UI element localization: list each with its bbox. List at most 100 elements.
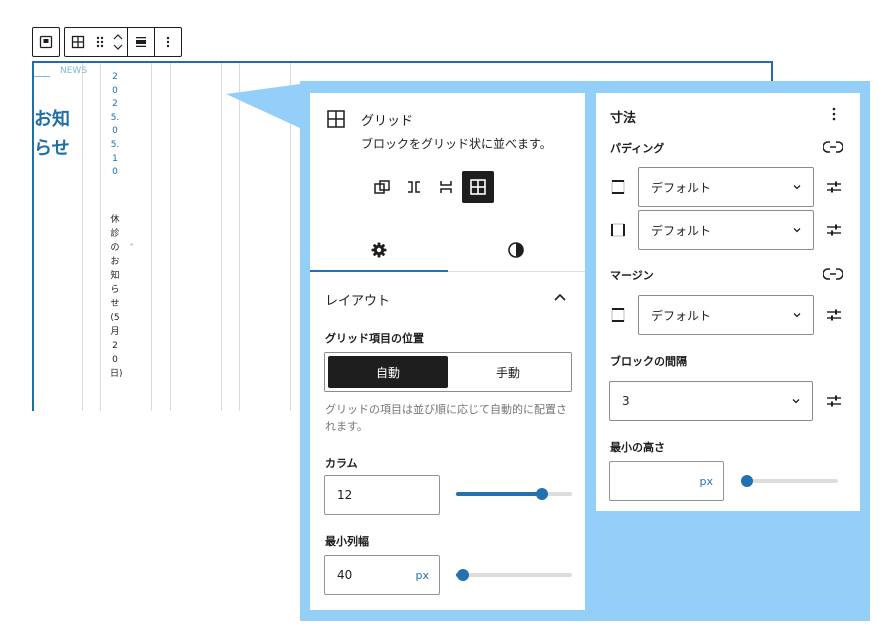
chevron-down-icon: [793, 228, 801, 233]
grid-icon: [327, 110, 345, 128]
settings-sliders-icon: [827, 224, 841, 236]
section-heading[interactable]: お知らせ: [34, 105, 74, 163]
grid-column-line: [239, 63, 240, 411]
vertical-ellipsis-icon: [166, 36, 170, 48]
tab-settings[interactable]: [310, 229, 448, 272]
chevron-up-down-icon: [113, 34, 123, 50]
grid-column-line: [100, 63, 101, 411]
block-settings-panel: グリッド ブロックをグリッド状に並べます。 レイアウト グリッド項目の位置 自動…: [310, 93, 585, 610]
margin-vertical-icon: [611, 308, 625, 322]
grid-column-line: [221, 63, 222, 411]
position-manual-option[interactable]: 手動: [448, 356, 568, 388]
variation-row-button[interactable]: [398, 171, 430, 203]
min-height-label: 最小の高さ: [610, 441, 665, 454]
position-auto-option[interactable]: 自動: [328, 356, 448, 388]
block-card: グリッド ブロックをグリッド状に並べます。: [310, 93, 585, 213]
block-title: グリッド: [361, 114, 414, 129]
chevron-down-icon: [792, 399, 800, 404]
margin-custom-button[interactable]: [824, 305, 844, 325]
toolbar-group-block: [64, 27, 182, 57]
grid-column-line: [82, 63, 83, 411]
padding-vertical-select[interactable]: デフォルト: [638, 167, 814, 207]
block-spacing-custom-button[interactable]: [824, 391, 844, 411]
vertical-ellipsis-icon: [832, 107, 836, 121]
variation-grid-button[interactable]: [462, 171, 494, 203]
layout-section-title[interactable]: レイアウト: [325, 290, 390, 309]
padding-label: パディング: [610, 142, 665, 155]
inspector-tabs: [310, 229, 585, 272]
grid-position-label: グリッド項目の位置: [325, 332, 424, 345]
variation-stack-button[interactable]: [430, 171, 462, 203]
unit-select[interactable]: px: [416, 569, 430, 582]
chevron-up-icon[interactable]: [551, 289, 569, 307]
row-icon: [408, 181, 420, 193]
columns-input[interactable]: 12: [324, 475, 440, 515]
more-options-button[interactable]: [155, 28, 181, 56]
contrast-icon: [508, 242, 525, 258]
columns-label: カラム: [325, 457, 358, 470]
stack-icon: [440, 181, 452, 193]
padding-horizontal-custom-button[interactable]: [824, 220, 844, 240]
padding-vertical-icon: [611, 180, 625, 194]
columns-slider[interactable]: [456, 486, 572, 502]
select-value: デフォルト: [651, 308, 712, 323]
grid-position-help: グリッドの項目は並び順に応じて自動的に配置されます。: [325, 403, 567, 433]
move-up-down-button[interactable]: [109, 28, 127, 56]
grid-position-toggle: 自動 手動: [324, 352, 572, 392]
grid-column-line: [290, 63, 291, 411]
news-underline: [34, 76, 50, 77]
unlink-sides-icon[interactable]: [823, 266, 843, 282]
settings-sliders-icon: [827, 309, 841, 321]
select-parent-icon: [39, 35, 53, 49]
select-value: 3: [622, 394, 630, 408]
padding-horizontal-select[interactable]: デフォルト: [638, 210, 814, 250]
slider-thumb[interactable]: [535, 488, 548, 500]
min-column-width-input[interactable]: 40 px: [324, 555, 440, 595]
post-date[interactable]: 2025.05.10: [110, 71, 120, 180]
slider-thumb[interactable]: [456, 569, 469, 581]
slider-rail: [741, 479, 838, 483]
columns-value: 12: [337, 488, 353, 502]
toolbar-group-parent: [32, 27, 60, 57]
drag-handle[interactable]: [91, 28, 109, 56]
padding-horizontal-icon: [611, 223, 625, 237]
slider-fill: [456, 492, 542, 496]
chevron-down-icon: [793, 313, 801, 318]
unit-select[interactable]: px: [700, 475, 714, 488]
align-button[interactable]: [128, 28, 154, 56]
select-value: デフォルト: [651, 180, 712, 195]
settings-sliders-icon: [827, 395, 841, 407]
slider-rail: [456, 573, 572, 577]
dimensions-title: 寸法: [610, 111, 637, 126]
block-spacing-select[interactable]: 3: [609, 381, 813, 421]
grid-column-line: [170, 63, 171, 411]
padding-vertical-custom-button[interactable]: [824, 177, 844, 197]
grid-icon: [71, 35, 85, 49]
variation-group-button[interactable]: [366, 171, 398, 203]
block-variations: [366, 171, 494, 203]
unlink-sides-icon[interactable]: [823, 139, 843, 155]
drag-handle-icon: [96, 36, 104, 48]
tab-styles[interactable]: [448, 229, 586, 271]
gear-icon: [371, 242, 387, 258]
select-parent-button[interactable]: [33, 28, 59, 56]
settings-sliders-icon: [827, 181, 841, 193]
min-column-width-slider[interactable]: [456, 567, 572, 583]
news-label: NEWS: [60, 66, 88, 76]
grid-icon: [470, 179, 486, 195]
block-type-button[interactable]: [65, 28, 91, 56]
margin-vertical-select[interactable]: デフォルト: [638, 295, 814, 335]
select-value: デフォルト: [651, 223, 712, 238]
align-wide-icon: [136, 37, 146, 47]
min-height-input[interactable]: px: [609, 461, 724, 501]
dimensions-options-button[interactable]: [824, 104, 844, 124]
post-title-link[interactable]: 休診のお知らせ(5月20日): [110, 213, 123, 381]
chevron-down-icon: [793, 185, 801, 190]
block-spacing-label: ブロックの間隔: [610, 355, 687, 368]
min-column-width-value: 40: [337, 568, 353, 582]
slider-thumb[interactable]: [741, 475, 753, 487]
dimensions-panel: 寸法 パディング デフォルト デフォルト マージン デフォルト ブロックの間隔 …: [596, 93, 860, 511]
block-description: ブロックをグリッド状に並べます。: [361, 137, 552, 151]
min-height-slider[interactable]: [741, 473, 838, 489]
block-toolbar: [32, 27, 182, 57]
